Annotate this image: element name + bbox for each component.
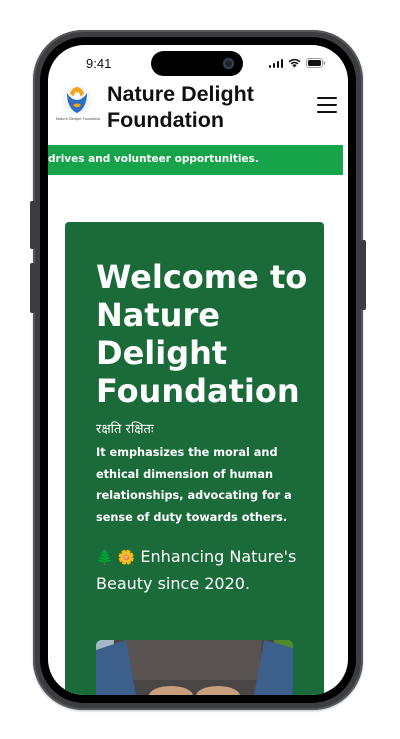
phone-power-button [361,240,366,310]
status-icons [268,58,327,68]
dynamic-island [151,51,243,76]
phone-volume-button [30,263,35,313]
cellular-signal-icon [268,58,283,68]
hero-title: Welcome to Nature Delight Foundation [96,258,308,410]
site-header: Nature Delight Foundation Nature Delight… [48,79,348,137]
hero-description: It emphasizes the moral and ethical dime… [96,446,292,524]
page: 9:41 Nature Delight Foundation Nature De… [0,0,400,739]
announcement-ticker: drives and volunteer opportunities. [48,145,348,175]
tree-flower-emoji-icon: 🌲 🌼 [96,550,136,566]
volunteer-photo [96,640,293,695]
logo-tagline: Nature Delight Foundation [56,117,100,121]
battery-icon [306,58,326,68]
site-title[interactable]: Nature Delight Foundation [107,81,307,133]
hamburger-menu-icon[interactable] [316,95,338,115]
ticker-text: drives and volunteer opportunities. [48,153,259,165]
wifi-icon [288,58,301,68]
phone-screen: 9:41 Nature Delight Foundation Nature De… [48,45,348,695]
hero-section: Welcome to Nature Delight Foundation रक्… [65,222,324,695]
hero-motto: रक्षति रक्षितः [96,422,154,437]
phone-action-button [30,201,35,249]
status-time: 9:41 [86,56,112,71]
front-camera-icon [223,58,234,69]
hero-tagline: 🌲 🌼 Enhancing Nature's Beauty since 2020… [96,544,318,596]
